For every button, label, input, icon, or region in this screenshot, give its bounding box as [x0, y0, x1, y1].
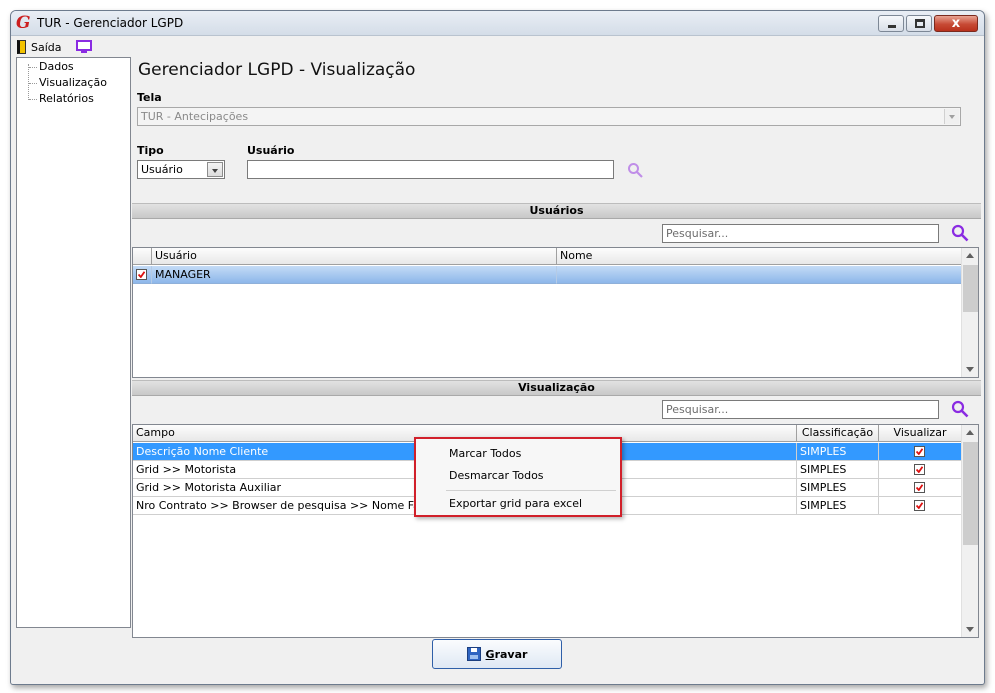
tree-item-visualizacao[interactable]: Visualização [39, 76, 107, 90]
checkbox-icon[interactable] [914, 464, 925, 475]
save-label-rest: ravar [494, 647, 528, 661]
nome-cell [557, 266, 962, 284]
search-icon[interactable] [627, 162, 644, 179]
check-mark-icon [138, 271, 145, 278]
checkbox-icon[interactable] [914, 482, 925, 493]
visualizacao-scrollbar[interactable] [961, 425, 978, 637]
disk-icon [466, 647, 481, 661]
menu-item-desmarcar-todos[interactable]: Desmarcar Todos [416, 466, 620, 486]
context-menu: Marcar Todos Desmarcar Todos Exportar gr… [414, 437, 622, 517]
main-panel: Gerenciador LGPD - Visualização Tela TUR… [132, 57, 981, 638]
classificacao-cell: SIMPLES [797, 443, 879, 461]
grid-header-cell [133, 248, 152, 265]
save-label: Gravar [486, 648, 528, 661]
save-label-accelerator: G [485, 647, 495, 661]
save-button[interactable]: Gravar [432, 639, 562, 669]
scroll-up-icon[interactable] [966, 430, 974, 435]
checkbox-icon[interactable] [914, 500, 925, 511]
door-icon [17, 40, 26, 54]
visualizacao-section-header: Visualização [132, 380, 981, 396]
check-mark-icon [916, 484, 923, 491]
chevron-down-icon [949, 115, 955, 119]
tree-connector [29, 99, 37, 100]
tela-value: TUR - Antecipações [141, 110, 249, 123]
column-header-classificacao[interactable]: Classificação [797, 425, 879, 442]
menu-separator [446, 490, 616, 491]
grid-header: Usuário Nome [133, 248, 962, 265]
usuario-label: Usuário [247, 144, 295, 157]
toolbar: Saída [11, 37, 984, 57]
chevron-down-icon [212, 169, 218, 173]
tela-label: Tela [137, 91, 162, 104]
classificacao-cell: SIMPLES [797, 497, 879, 515]
scroll-thumb[interactable] [963, 442, 978, 545]
column-header-nome[interactable]: Nome [557, 248, 962, 265]
classificacao-cell: SIMPLES [797, 479, 879, 497]
tipo-value: Usuário [141, 163, 183, 176]
usuarios-scrollbar[interactable] [961, 248, 978, 377]
row-check-cell[interactable] [133, 266, 152, 284]
menu-item-marcar-todos[interactable]: Marcar Todos [416, 444, 620, 464]
search-icon[interactable] [951, 224, 969, 242]
classificacao-cell: SIMPLES [797, 461, 879, 479]
scroll-up-icon[interactable] [966, 253, 974, 258]
scroll-thumb[interactable] [963, 265, 978, 312]
tela-select[interactable]: TUR - Antecipações [137, 107, 961, 126]
title-bar: G TUR - Gerenciador LGPD x [11, 11, 984, 36]
scroll-down-icon[interactable] [966, 367, 974, 372]
tipo-label: Tipo [137, 144, 164, 157]
check-mark-icon [916, 502, 923, 509]
app-window: G TUR - Gerenciador LGPD x Saída Dados V… [10, 10, 985, 685]
maximize-button[interactable] [906, 15, 932, 32]
visualizacao-search-input[interactable]: Pesquisar... [662, 400, 939, 419]
exit-label: Saída [31, 40, 62, 54]
usuario-cell: MANAGER [152, 266, 557, 284]
usuarios-search-placeholder: Pesquisar... [666, 227, 729, 240]
tree-connector [29, 67, 37, 68]
tree-connector [28, 64, 29, 100]
tree-item-dados[interactable]: Dados [39, 60, 74, 74]
usuarios-grid: Usuário Nome MANAGER [132, 247, 979, 378]
usuario-input[interactable] [247, 160, 614, 179]
table-row[interactable]: MANAGER [133, 266, 962, 284]
exit-button[interactable]: Saída [17, 39, 62, 55]
check-mark-icon [916, 448, 923, 455]
column-header-visualizar[interactable]: Visualizar [879, 425, 962, 442]
close-icon: x [951, 16, 961, 31]
minimize-icon [888, 25, 896, 28]
tipo-select[interactable]: Usuário [137, 160, 225, 179]
maximize-icon [915, 19, 925, 28]
usuarios-section-header: Usuários [132, 203, 981, 219]
checkbox-icon[interactable] [136, 269, 147, 280]
check-mark-icon [916, 466, 923, 473]
tipo-dropdown-button[interactable] [207, 162, 223, 177]
visualizar-cell[interactable] [879, 443, 962, 461]
app-logo-icon: G [16, 13, 31, 33]
scroll-down-icon[interactable] [966, 627, 974, 632]
tela-dropdown-button[interactable] [944, 109, 959, 124]
visualizar-cell[interactable] [879, 479, 962, 497]
visualizacao-search-placeholder: Pesquisar... [666, 403, 729, 416]
visualizar-cell[interactable] [879, 497, 962, 515]
navigation-tree: Dados Visualização Relatórios [16, 57, 131, 628]
visualizar-cell[interactable] [879, 461, 962, 479]
page-title: Gerenciador LGPD - Visualização [138, 60, 416, 80]
tree-item-relatorios[interactable]: Relatórios [39, 92, 94, 106]
menu-item-exportar-excel[interactable]: Exportar grid para excel [416, 494, 620, 514]
search-icon[interactable] [951, 400, 969, 418]
usuarios-search-input[interactable]: Pesquisar... [662, 224, 939, 243]
minimize-button[interactable] [878, 15, 904, 32]
checkbox-icon[interactable] [914, 446, 925, 457]
close-button[interactable]: x [934, 15, 978, 32]
column-header-usuario[interactable]: Usuário [152, 248, 557, 265]
monitor-icon[interactable] [76, 40, 92, 54]
window-title: TUR - Gerenciador LGPD [37, 16, 184, 30]
tree-connector [29, 83, 37, 84]
